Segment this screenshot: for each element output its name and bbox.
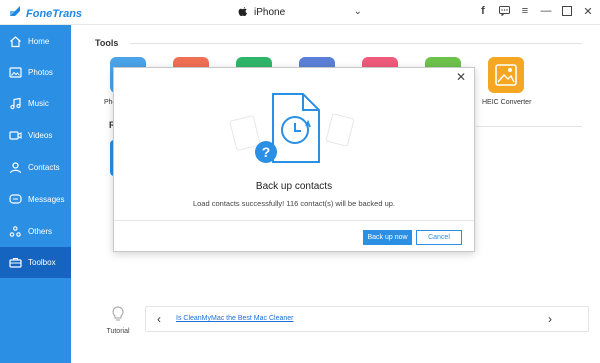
app-logo-icon bbox=[8, 4, 22, 23]
close-icon[interactable]: ✕ bbox=[455, 70, 467, 84]
sidebar-item-label: Music bbox=[28, 99, 49, 108]
contacts-icon bbox=[8, 161, 22, 175]
photos-icon bbox=[8, 66, 22, 80]
chevron-right-icon[interactable]: › bbox=[548, 312, 552, 326]
app-brand: FoneTrans bbox=[8, 4, 82, 23]
messages-icon bbox=[8, 193, 22, 207]
sidebar-item-messages[interactable]: Messages bbox=[0, 184, 71, 215]
sidebar-item-photos[interactable]: Photos bbox=[0, 57, 71, 88]
maximize-icon[interactable] bbox=[561, 4, 573, 18]
dialog-divider bbox=[114, 220, 474, 221]
section-divider bbox=[130, 43, 582, 44]
section-divider bbox=[476, 126, 582, 127]
window-controls: f ≡ — ✕ bbox=[477, 4, 594, 18]
tutorial-banner-link[interactable]: Is CleanMyMac the Best Mac Cleaner bbox=[176, 315, 294, 322]
facebook-icon[interactable]: f bbox=[477, 4, 489, 18]
menu-icon[interactable]: ≡ bbox=[519, 4, 531, 18]
sidebar-item-label: Videos bbox=[28, 131, 53, 140]
device-name: iPhone bbox=[254, 7, 286, 18]
tutorial[interactable]: Tutorial bbox=[103, 305, 133, 335]
lightbulb-icon bbox=[103, 305, 133, 328]
device-selector[interactable]: iPhone ⌄ bbox=[238, 5, 364, 20]
title-bar: FoneTrans iPhone ⌄ f ≡ — ✕ bbox=[0, 0, 600, 25]
heic-converter-icon bbox=[495, 64, 517, 86]
backup-illustration: ? bbox=[229, 90, 359, 168]
others-icon bbox=[8, 225, 22, 239]
sidebar-item-label: Photos bbox=[28, 68, 53, 77]
chat-icon[interactable] bbox=[498, 4, 510, 18]
sidebar-item-label: Contacts bbox=[28, 163, 60, 172]
sidebar-item-label: Home bbox=[28, 37, 50, 46]
tool-tile-heic-converter[interactable] bbox=[488, 57, 524, 93]
cancel-button[interactable]: Cancel bbox=[416, 230, 462, 245]
sidebar-item-music[interactable]: Music bbox=[0, 88, 71, 119]
back-up-now-button[interactable]: Back up now bbox=[363, 230, 412, 245]
tool-label-heic-converter: HEIC Converter bbox=[482, 99, 532, 106]
close-window-icon[interactable]: ✕ bbox=[582, 4, 594, 18]
sidebar-item-home[interactable]: Home bbox=[0, 26, 71, 57]
chevron-left-icon[interactable]: ‹ bbox=[157, 312, 161, 326]
sidebar-item-label: Messages bbox=[28, 195, 65, 204]
apple-icon bbox=[238, 4, 248, 22]
toolbox-icon bbox=[8, 256, 22, 270]
music-icon bbox=[8, 97, 22, 111]
tutorial-banner: ‹ Is CleanMyMac the Best Mac Cleaner › bbox=[145, 306, 589, 332]
backup-dialog: ✕ ? Back up contacts Load contacts succe… bbox=[113, 67, 475, 252]
sidebar: Home Photos Music Videos Contacts Messag… bbox=[0, 25, 71, 363]
svg-text:?: ? bbox=[262, 144, 271, 160]
sidebar-item-videos[interactable]: Videos bbox=[0, 120, 71, 151]
chevron-down-icon: ⌄ bbox=[353, 6, 362, 17]
home-icon bbox=[8, 35, 22, 49]
sidebar-item-others[interactable]: Others bbox=[0, 216, 71, 247]
dialog-message: Load contacts successfully! 116 contact(… bbox=[192, 199, 396, 208]
tools-heading: Tools bbox=[95, 38, 119, 48]
dialog-title: Back up contacts bbox=[255, 181, 333, 192]
sidebar-item-contacts[interactable]: Contacts bbox=[0, 152, 71, 183]
sidebar-item-label: Others bbox=[28, 227, 53, 236]
videos-icon bbox=[8, 129, 22, 143]
sidebar-item-toolbox[interactable]: Toolbox bbox=[0, 247, 71, 278]
sidebar-item-label: Toolbox bbox=[28, 258, 56, 267]
minimize-icon[interactable]: — bbox=[540, 4, 552, 18]
app-name: FoneTrans bbox=[26, 7, 83, 20]
tutorial-label: Tutorial bbox=[106, 328, 130, 335]
